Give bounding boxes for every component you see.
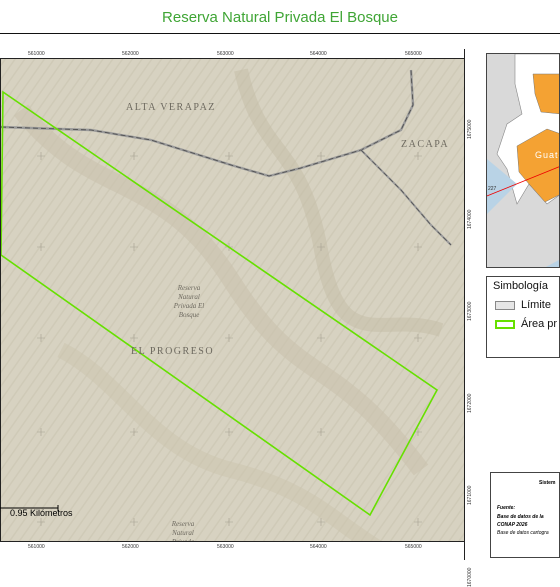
location-inset-map[interactable]: Guate 227 bbox=[486, 53, 560, 268]
y-tick: 1672000 bbox=[467, 393, 473, 413]
reserve-label-bottom-line: Reserva bbox=[171, 520, 195, 528]
reserve-label-line: Bosque bbox=[179, 311, 200, 319]
legend-item-limit: Límite bbox=[495, 299, 551, 311]
x-tick-bottom: 564000 bbox=[310, 544, 327, 550]
x-tick-top: 562000 bbox=[122, 51, 139, 57]
x-tick-bottom: 562000 bbox=[122, 544, 139, 550]
legend-swatch-protected-area bbox=[495, 319, 515, 329]
bottom-coordinate-frame: 561000 562000 563000 564000 565000 bbox=[0, 541, 464, 560]
x-tick-bottom: 565000 bbox=[405, 544, 422, 550]
legend-label: Límite bbox=[521, 299, 551, 311]
region-label-zacapa: ZACAPA bbox=[401, 139, 449, 150]
title-divider bbox=[0, 33, 560, 34]
inset-number-label: 227 bbox=[488, 186, 497, 192]
x-tick-bottom: 561000 bbox=[28, 544, 45, 550]
info-panel: Sistem Fuente: Base de datos de la CONAP… bbox=[490, 472, 560, 558]
y-tick: 1673000 bbox=[467, 301, 473, 321]
legend-swatch-limit bbox=[495, 300, 515, 310]
region-label-alta-verapaz: ALTA VERAPAZ bbox=[126, 102, 216, 113]
reserve-label-line: Privada El bbox=[173, 302, 205, 310]
legend-label: Área pr bbox=[521, 318, 558, 330]
main-map[interactable]: ALTA VERAPAZ ZACAPA EL PROGRESO Reserva … bbox=[0, 49, 480, 560]
y-tick: 1674000 bbox=[467, 209, 473, 229]
top-coordinate-frame: 561000 562000 563000 564000 565000 bbox=[0, 49, 464, 59]
x-tick-top: 563000 bbox=[217, 51, 234, 57]
info-title: Sistem bbox=[539, 480, 556, 486]
y-tick: 1675000 bbox=[467, 119, 473, 139]
info-line: Base de datos de la bbox=[497, 514, 544, 520]
reserve-label-line: Reserva bbox=[177, 284, 201, 292]
x-tick-top: 565000 bbox=[405, 51, 422, 57]
x-tick-bottom: 563000 bbox=[217, 544, 234, 550]
right-coordinate-frame: 1675000 1674000 1673000 1672000 1671000 … bbox=[464, 49, 480, 587]
legend-panel: Simbología Límite Área pr bbox=[486, 276, 560, 358]
x-tick-top: 564000 bbox=[310, 51, 327, 57]
main-map-canvas: ALTA VERAPAZ ZACAPA EL PROGRESO Reserva … bbox=[1, 50, 479, 559]
x-tick-top: 561000 bbox=[28, 51, 45, 57]
info-source-label: Fuente: bbox=[497, 505, 516, 511]
scale-bar-label: 0.95 Kilómetros bbox=[10, 508, 73, 518]
region-label-el-progreso: EL PROGRESO bbox=[131, 346, 214, 357]
legend-title: Simbología bbox=[493, 280, 549, 292]
y-tick: 1670000 bbox=[467, 567, 473, 587]
map-title: Reserva Natural Privada El Bosque bbox=[162, 9, 398, 26]
info-line: Base de datos cartogra bbox=[497, 530, 549, 536]
legend-item-protected-area: Área pr bbox=[495, 318, 557, 330]
y-tick: 1671000 bbox=[467, 485, 473, 505]
inset-country-label: Guate bbox=[535, 150, 560, 160]
inset-map-canvas: Guate 227 bbox=[487, 54, 560, 267]
reserve-label-bottom-line: Natural bbox=[171, 529, 194, 537]
info-line: CONAP 2026 bbox=[497, 522, 528, 528]
reserve-label-line: Natural bbox=[177, 293, 200, 301]
